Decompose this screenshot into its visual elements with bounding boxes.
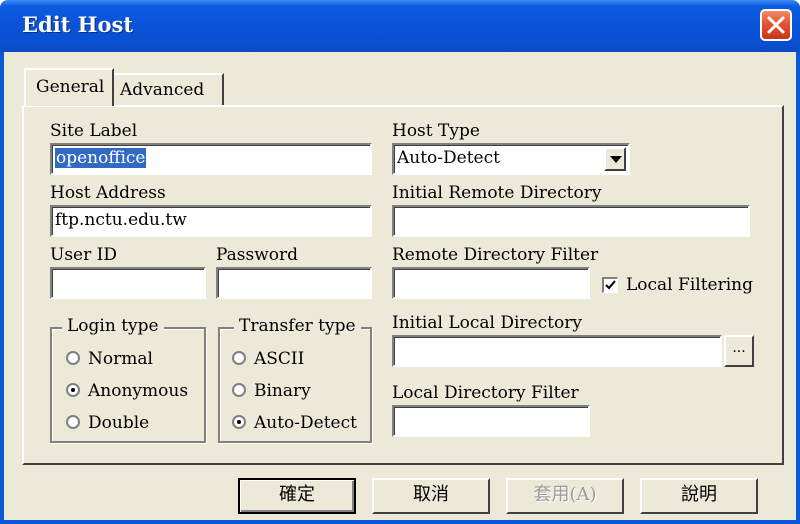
edit-host-dialog: Edit Host General Advanced Site Label op… (0, 0, 800, 524)
local-filtering-label[interactable]: Local Filtering (626, 275, 753, 295)
site-label-label: Site Label (50, 121, 138, 141)
apply-button[interactable]: 套用(A) (506, 478, 624, 514)
tab-general[interactable]: General (24, 68, 114, 106)
radio-icon (232, 351, 246, 365)
initial-remote-directory-label: Initial Remote Directory (392, 183, 602, 203)
login-type-double-radio[interactable]: Double (66, 413, 149, 433)
transfer-type-auto-detect-radio[interactable]: Auto-Detect (232, 413, 357, 433)
login-type-group: Login type Normal Anonymous Double (50, 316, 206, 443)
ok-button[interactable]: 確定 (238, 478, 356, 514)
cancel-button[interactable]: 取消 (372, 478, 490, 514)
host-address-label: Host Address (50, 183, 166, 203)
initial-local-directory-label: Initial Local Directory (392, 313, 582, 333)
local-directory-filter-input[interactable] (392, 405, 590, 437)
radio-icon (66, 415, 80, 429)
radio-label: ASCII (254, 349, 305, 369)
radio-selected-icon (66, 383, 80, 397)
local-filtering-checkbox[interactable] (602, 277, 618, 293)
host-address-input[interactable]: ftp.nctu.edu.tw (50, 205, 372, 237)
general-tab-panel: Site Label openoffice Host Address ftp.n… (22, 105, 784, 465)
host-type-value: Auto-Detect (397, 148, 500, 168)
radio-icon (66, 351, 80, 365)
radio-icon (232, 383, 246, 397)
initial-remote-directory-input[interactable] (392, 205, 750, 237)
radio-label: Normal (88, 349, 153, 369)
login-type-title: Login type (62, 316, 164, 336)
remote-directory-filter-label: Remote Directory Filter (392, 245, 599, 265)
user-id-label: User ID (50, 245, 117, 265)
browse-button[interactable]: ... (724, 335, 754, 367)
radio-label: Double (88, 413, 150, 433)
login-type-normal-radio[interactable]: Normal (66, 349, 153, 369)
close-button[interactable] (760, 9, 792, 41)
checkmark-icon (605, 280, 616, 290)
chevron-down-icon[interactable] (604, 147, 626, 171)
radio-label: Auto-Detect (254, 413, 357, 433)
title-bar[interactable]: Edit Host (0, 0, 800, 52)
user-id-input[interactable] (50, 267, 206, 299)
transfer-type-ascii-radio[interactable]: ASCII (232, 349, 304, 369)
close-icon (767, 16, 785, 34)
host-type-label: Host Type (392, 121, 480, 141)
host-type-select[interactable]: Auto-Detect (392, 143, 630, 175)
site-label-value: openoffice (55, 148, 147, 168)
local-directory-filter-label: Local Directory Filter (392, 383, 579, 403)
transfer-type-binary-radio[interactable]: Binary (232, 381, 311, 401)
transfer-type-title: Transfer type (234, 316, 361, 336)
password-label: Password (216, 245, 299, 265)
site-label-input[interactable]: openoffice (50, 143, 372, 175)
initial-local-directory-input[interactable] (392, 335, 722, 367)
radio-label: Anonymous (88, 381, 189, 401)
help-button[interactable]: 說明 (640, 478, 758, 514)
radio-selected-icon (232, 415, 246, 429)
window-title: Edit Host (22, 12, 134, 37)
radio-label: Binary (254, 381, 311, 401)
remote-directory-filter-input[interactable] (392, 267, 590, 299)
login-type-anonymous-radio[interactable]: Anonymous (66, 381, 188, 401)
tab-advanced[interactable]: Advanced (114, 73, 224, 107)
password-input[interactable] (216, 267, 372, 299)
transfer-type-group: Transfer type ASCII Binary Auto-Detect (218, 316, 372, 443)
